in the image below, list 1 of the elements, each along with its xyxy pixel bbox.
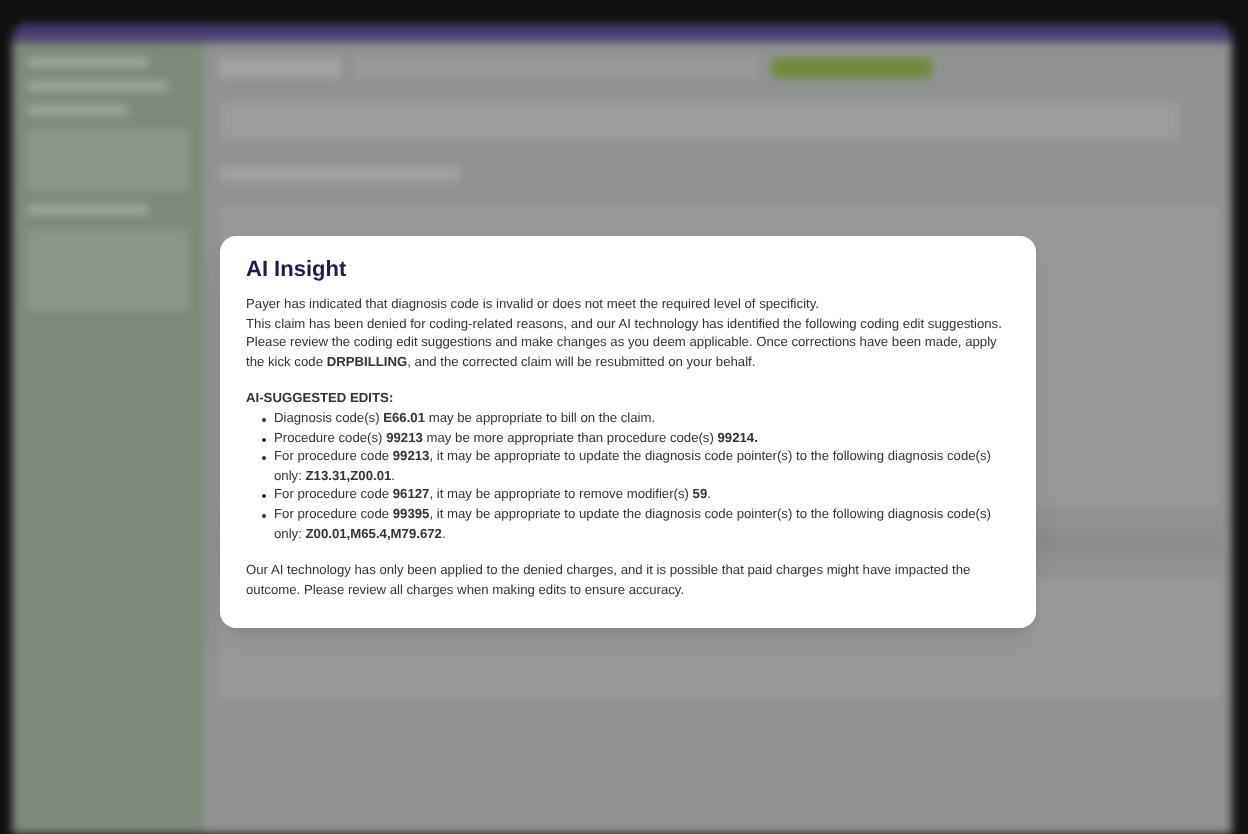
dialog-title: AI Insight <box>246 256 349 284</box>
